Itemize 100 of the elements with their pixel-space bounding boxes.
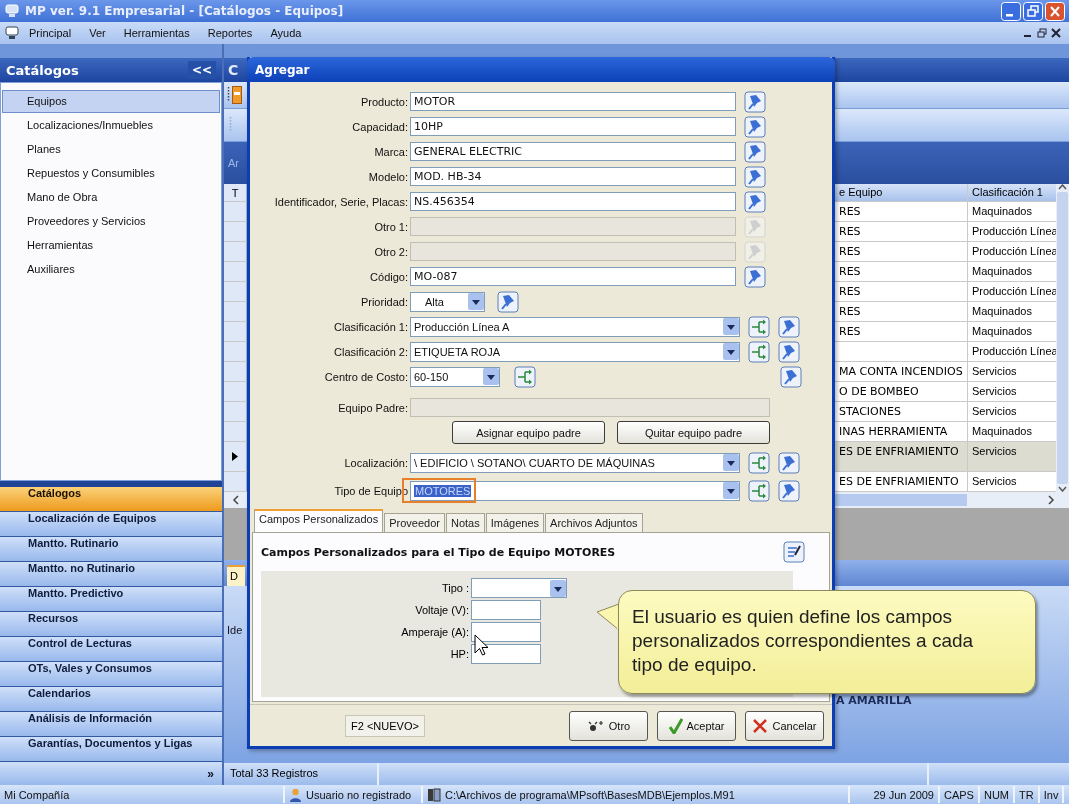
tab[interactable]: Imágenes [485, 513, 545, 532]
sidebar-item[interactable]: Proveedores y Servicios [2, 210, 220, 233]
text-field[interactable]: MOD. HB-34 [410, 167, 736, 186]
text-field[interactable] [471, 644, 541, 664]
edit-button[interactable] [783, 541, 805, 563]
field-label: Clasificación 2: [334, 345, 408, 358]
field-label: Localización: [344, 456, 408, 469]
tree-button[interactable] [514, 365, 536, 388]
text-field[interactable] [471, 622, 541, 642]
caret-icon [468, 293, 484, 310]
callout-text: El usuario es quien define los campos personalizados correspondientes a cada tipo de equipo. [632, 606, 974, 675]
tab[interactable]: D [227, 565, 245, 586]
nav-button[interactable]: Mantto. Predictivo [0, 587, 222, 612]
computer-icon [4, 26, 20, 40]
pin-button[interactable] [778, 315, 800, 338]
table-cell-text: Servicios [971, 474, 1018, 489]
sidebar-item[interactable]: Herramientas [2, 234, 220, 257]
pin-button[interactable] [744, 115, 766, 138]
dropdown[interactable]: Alta [410, 291, 485, 312]
action-button[interactable]: Quitar equipo padre [617, 421, 770, 444]
tree-button[interactable] [748, 479, 770, 502]
collapse-button[interactable]: << [187, 61, 216, 79]
restore-icon[interactable] [1037, 28, 1047, 38]
sidebar-item[interactable]: Auxiliares [2, 258, 220, 281]
sidebar-item[interactable]: Localizaciones/Inmuebles [2, 114, 220, 137]
dropdown[interactable]: Producción Línea A [410, 316, 740, 337]
action-button[interactable]: Otro [569, 710, 648, 741]
nav-button[interactable]: Garantías, Documentos y Ligas [0, 737, 222, 762]
window-icon[interactable] [232, 86, 242, 104]
nav-button[interactable]: Control de Lecturas [0, 637, 222, 662]
pin-button[interactable] [744, 190, 766, 213]
text-field[interactable]: GENERAL ELECTRIC [410, 142, 736, 161]
column-header[interactable]: e Equipo [836, 184, 968, 201]
menu-item[interactable]: Principal [20, 27, 81, 39]
nav-button[interactable]: Localización de Equipos [0, 512, 222, 537]
sidebar-item[interactable]: Planes [2, 138, 220, 161]
pin-button[interactable] [744, 140, 766, 163]
field-label: Otro 2: [374, 245, 408, 258]
company-name: Mi Compañía [4, 788, 70, 801]
minimize-button[interactable] [1001, 1, 1021, 21]
tree-button[interactable] [748, 340, 770, 363]
section-label: Ar [228, 157, 239, 169]
dropdown[interactable]: ETIQUETA ROJA [410, 341, 740, 362]
menu-item[interactable]: Ver [80, 27, 115, 39]
cancel-button[interactable]: Cancelar [745, 710, 824, 741]
table-cell-text: Servicios [971, 384, 1018, 399]
key-indicator: CAPS [944, 788, 974, 801]
pin-button[interactable] [744, 165, 766, 188]
dropdown[interactable] [471, 578, 567, 598]
scroll-left-icon [232, 495, 240, 505]
close-icon[interactable] [1051, 28, 1061, 38]
sidebar-item[interactable]: Repuestos y Consumibles [2, 162, 220, 185]
pin-button[interactable] [778, 479, 800, 502]
row-header[interactable] [224, 442, 247, 471]
column-header[interactable]: Clasificación 1 [968, 184, 1056, 201]
sidebar-item[interactable]: Mano de Obra [2, 186, 220, 209]
window-title: MP ver. 9.1 Empresarial - [Catálogos - Equipos] [25, 4, 344, 18]
close-button[interactable] [1045, 1, 1065, 21]
tab[interactable]: Proveedor [384, 513, 445, 532]
text-field[interactable]: 10HP [410, 117, 736, 136]
pin-button[interactable] [744, 90, 766, 113]
nav-button[interactable]: Calendarios [0, 687, 222, 712]
dropdown[interactable]: 60-150 [410, 366, 500, 387]
menu-item[interactable]: Reportes [198, 27, 262, 39]
tab[interactable]: Campos Personalizados [254, 509, 384, 532]
pin-button[interactable] [778, 451, 800, 474]
more-button[interactable]: » [207, 766, 214, 781]
panel-title: Catálogos [6, 62, 79, 78]
cross-icon [752, 717, 769, 734]
menu-item[interactable]: Ayuda [261, 27, 311, 39]
text-field[interactable]: MO-087 [410, 267, 736, 286]
vertical-scrollbar[interactable] [1056, 184, 1069, 492]
tab[interactable]: Notas [446, 513, 485, 532]
tree-button[interactable] [748, 315, 770, 338]
nav-button[interactable]: Catálogos [0, 487, 222, 512]
pin-button[interactable] [780, 365, 802, 388]
nav-button[interactable]: OTs, Vales y Consumos [0, 662, 222, 687]
nav-button[interactable]: Mantto. no Rutinario [0, 562, 222, 587]
accept-button[interactable]: Aceptar [657, 710, 736, 741]
action-button[interactable]: Asignar equipo padre [452, 421, 605, 444]
caret-icon [483, 368, 499, 385]
table-cell: RES [836, 322, 968, 341]
tree-button[interactable] [748, 451, 770, 474]
maximize-button[interactable] [1023, 1, 1043, 21]
dropdown[interactable]: MOTORES [410, 480, 740, 501]
field-label: Voltaje (V): [415, 604, 469, 616]
text-field[interactable]: NS.456354 [410, 192, 736, 211]
menu-item[interactable]: Herramientas [114, 27, 199, 39]
sidebar-item[interactable]: Equipos [2, 90, 220, 113]
nav-button[interactable]: Recursos [0, 612, 222, 637]
field-label: Identificador, Serie, Placas: [274, 195, 408, 208]
pin-button[interactable] [778, 340, 800, 363]
nav-button[interactable]: Mantto. Rutinario [0, 537, 222, 562]
pin-button[interactable] [497, 290, 519, 313]
text-field[interactable] [471, 600, 541, 620]
tab[interactable]: Archivos Adjuntos [545, 513, 643, 532]
text-field[interactable]: MOTOR [410, 92, 736, 111]
pin-button[interactable] [744, 265, 766, 288]
dropdown[interactable]: \ EDIFICIO \ SOTANO\ CUARTO DE MÁQUINAS [410, 452, 740, 473]
nav-button[interactable]: Análisis de Información [0, 712, 222, 737]
